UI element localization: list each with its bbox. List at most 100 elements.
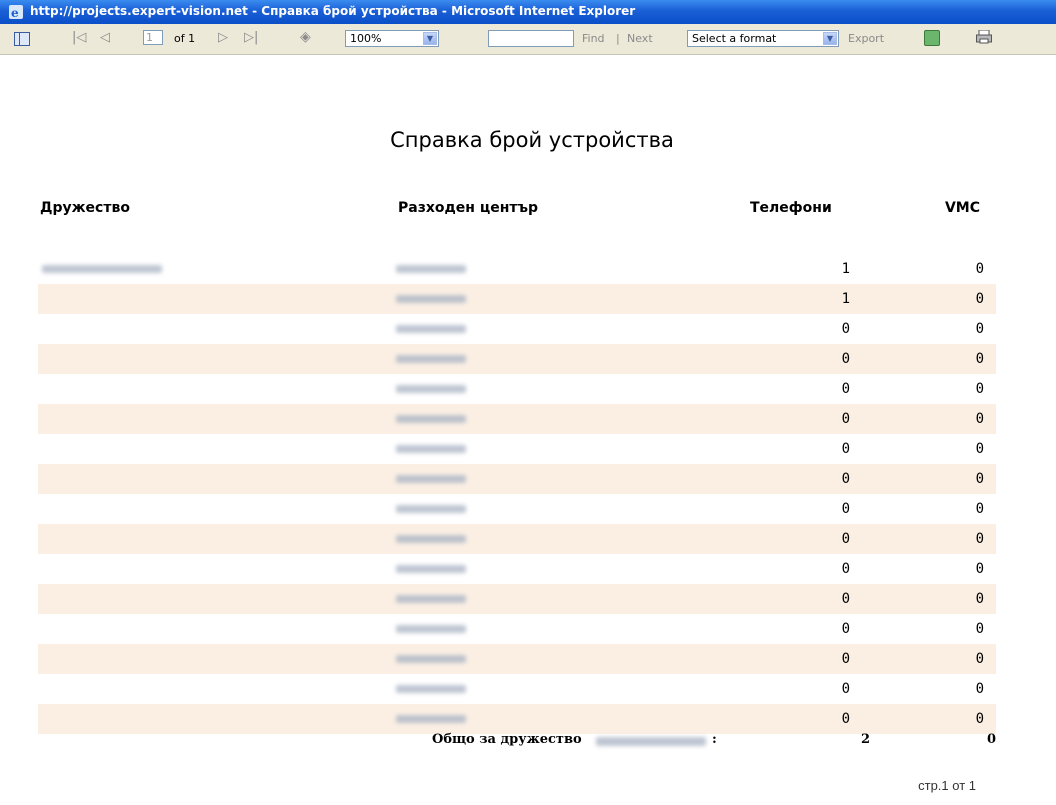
vmc-cell: 0 [975,441,984,457]
vmc-cell: 0 [975,651,984,667]
table-row: 0 0 [38,704,996,734]
phones-cell: 0 [841,501,850,517]
vmc-cell: 0 [975,681,984,697]
redacted-cost-center [396,355,466,363]
find-next-link[interactable]: Next [627,32,653,45]
page-number-input[interactable] [143,30,163,45]
phones-cell: 0 [841,651,850,667]
table-row: 0 0 [38,404,996,434]
table-row: 0 0 [38,524,996,554]
redacted-cost-center [396,475,466,483]
report-toolbar: |◁ ◁ of 1 ▷ ▷| ◈ 100% ▼ Find | Next Sele… [0,24,1056,55]
window-title-bar[interactable]: e http://projects.expert-vision.net - Сп… [0,0,1056,24]
vmc-cell: 0 [975,711,984,727]
phones-cell: 1 [841,291,850,307]
total-label: Общо за дружество [432,732,582,747]
phones-cell: 0 [841,621,850,637]
phones-cell: 0 [841,441,850,457]
phones-cell: 0 [841,351,850,367]
vmc-cell: 0 [975,261,984,277]
zoom-select[interactable]: 100% ▼ [345,30,439,47]
table-row: 1 0 [38,254,996,284]
phones-cell: 0 [841,471,850,487]
column-header-phones: Телефони [750,200,832,216]
table-row: 0 0 [38,614,996,644]
phones-cell: 0 [841,381,850,397]
total-colon: : [712,732,717,747]
phones-cell: 0 [841,681,850,697]
report-title: Справка брой устройства [390,128,674,152]
zoom-value: 100% [350,32,382,45]
table-row: 0 0 [38,434,996,464]
table-row: 1 0 [38,284,996,314]
column-header-vmc: VMC [944,200,980,216]
vmc-cell: 0 [975,411,984,427]
redacted-cost-center [396,685,466,693]
internet-explorer-icon: e [9,5,23,20]
svg-text:e: e [11,6,19,20]
vmc-cell: 0 [975,501,984,517]
total-vmc-value: 0 [986,732,996,747]
print-icon[interactable] [976,30,992,44]
vmc-cell: 0 [975,531,984,547]
last-page-icon[interactable]: ▷| [244,30,258,45]
vmc-cell: 0 [975,291,984,307]
redacted-cost-center [396,415,466,423]
phones-cell: 0 [841,591,850,607]
first-page-icon[interactable]: |◁ [72,30,86,45]
redacted-cost-center [396,595,466,603]
redacted-cost-center [396,715,466,723]
table-row: 0 0 [38,344,996,374]
find-text-input[interactable] [488,30,574,47]
export-format-select[interactable]: Select a format ▼ [687,30,839,47]
redacted-cost-center [396,265,466,273]
phones-cell: 0 [841,321,850,337]
next-page-icon[interactable]: ▷ [218,30,228,45]
table-row: 0 0 [38,584,996,614]
chevron-down-icon: ▼ [823,32,837,45]
redacted-cost-center [396,295,466,303]
window-title: http://projects.expert-vision.net - Спра… [30,4,636,18]
refresh-icon[interactable] [924,30,940,46]
document-map-icon[interactable] [14,32,30,46]
page-count-label: of 1 [174,32,196,45]
phones-cell: 0 [841,561,850,577]
redacted-company-name [596,737,706,746]
redacted-cost-center [396,385,466,393]
vmc-cell: 0 [975,351,984,367]
find-link[interactable]: Find [582,32,605,45]
column-header-company: Дружество [40,200,130,216]
redacted-cost-center [396,445,466,453]
export-format-value: Select a format [692,32,777,45]
vmc-cell: 0 [975,471,984,487]
table-row: 0 0 [38,494,996,524]
redacted-company-name [42,265,162,273]
redacted-cost-center [396,535,466,543]
phones-cell: 0 [841,711,850,727]
table-row: 0 0 [38,644,996,674]
total-phones-value: 2 [860,732,870,747]
back-to-parent-icon[interactable]: ◈ [300,29,311,45]
table-row: 0 0 [38,554,996,584]
redacted-cost-center [396,655,466,663]
redacted-cost-center [396,565,466,573]
previous-page-icon[interactable]: ◁ [100,30,110,45]
chevron-down-icon: ▼ [423,32,437,45]
redacted-cost-center [396,505,466,513]
page-number-footer: стр.1 от 1 [918,778,976,793]
redacted-cost-center [396,625,466,633]
table-row: 0 0 [38,674,996,704]
vmc-cell: 0 [975,321,984,337]
vmc-cell: 0 [975,381,984,397]
phones-cell: 0 [841,531,850,547]
table-row: 0 0 [38,464,996,494]
export-link[interactable]: Export [848,32,884,45]
report-table-body: 1 0 1 0 0 0 0 0 0 0 0 0 0 0 0 0 0 0 0 0 … [38,254,996,734]
table-row: 0 0 [38,374,996,404]
vmc-cell: 0 [975,621,984,637]
column-header-cost-center: Разходен център [398,200,539,216]
vmc-cell: 0 [975,561,984,577]
find-separator: | [616,32,620,45]
phones-cell: 0 [841,411,850,427]
table-row: 0 0 [38,314,996,344]
